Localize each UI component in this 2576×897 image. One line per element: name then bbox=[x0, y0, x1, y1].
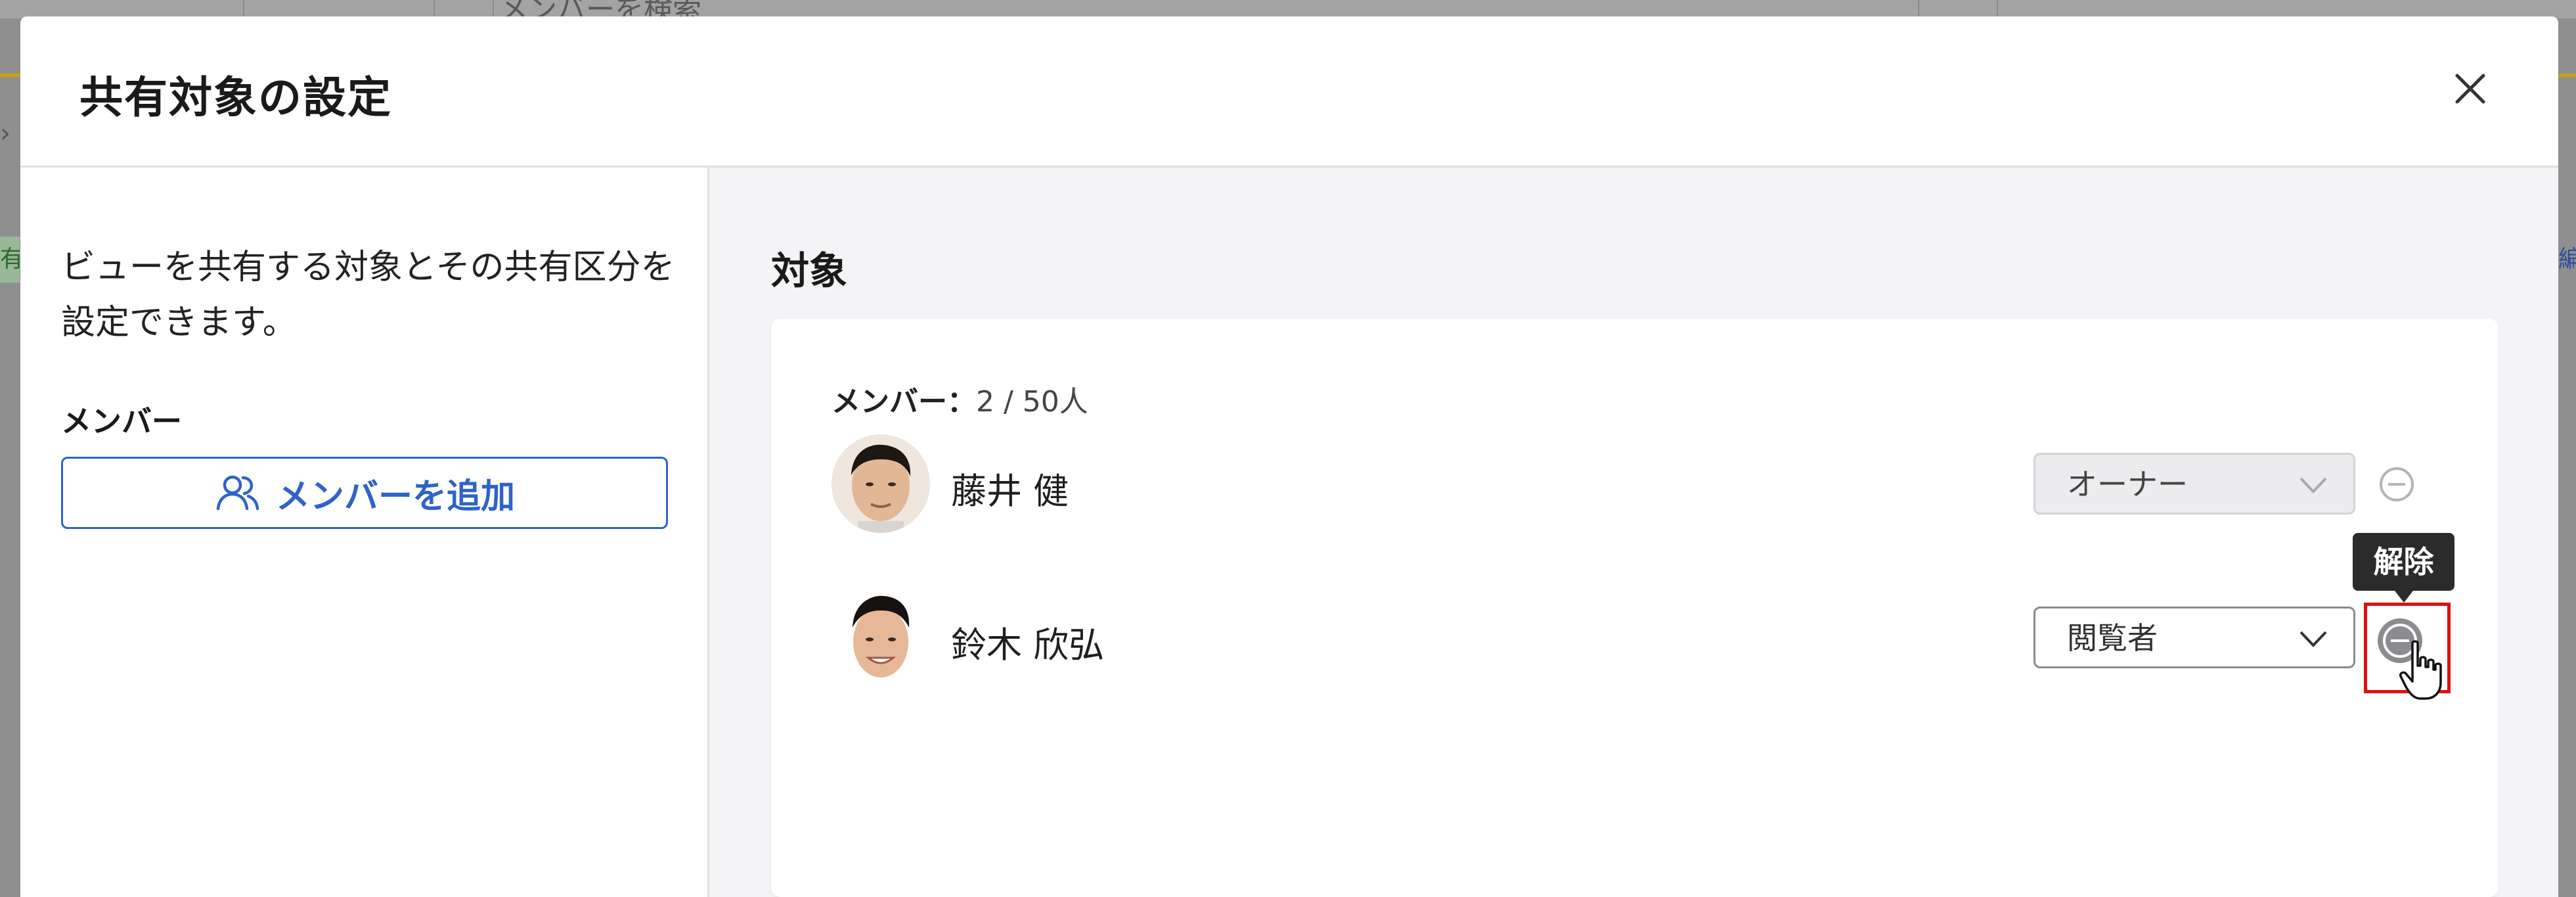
share-settings-dialog: 共有対象の設定 ビューを共有する対象とその共有区分を設定できます。 メンバー メ… bbox=[20, 16, 2558, 897]
add-member-label: メンバーを追加 bbox=[275, 476, 515, 517]
member-row: 鈴木 欣弘 閲覧者 解除 bbox=[832, 533, 2454, 700]
remove-circle-icon bbox=[2378, 618, 2422, 663]
background-divider bbox=[1918, 0, 1919, 18]
role-select-value: 閲覧者 bbox=[2067, 620, 2158, 656]
target-section-title: 対象 bbox=[771, 248, 848, 293]
background-chevron-right-icon: › bbox=[0, 118, 11, 149]
background-badge-fragment: 有 bbox=[0, 237, 20, 283]
members-card: メンバー：2 / 50人 藤井 健 オーナー 鈴木 欣弘 閲覧者 解除 bbox=[771, 319, 2498, 897]
avatar bbox=[832, 434, 930, 533]
member-count-value: 2 / 50人 bbox=[976, 385, 1088, 419]
dialog-header: 共有対象の設定 bbox=[20, 16, 2558, 168]
remove-circle-icon bbox=[2380, 467, 2414, 501]
background-divider bbox=[1997, 0, 1998, 18]
remove-member-button bbox=[2378, 466, 2415, 503]
background-toolbar bbox=[0, 0, 2576, 18]
description-text: ビューを共有する対象とその共有区分を設定できます。 bbox=[61, 248, 675, 342]
dialog-title: 共有対象の設定 bbox=[79, 72, 392, 123]
close-button[interactable] bbox=[2444, 62, 2497, 115]
role-select: オーナー bbox=[2033, 453, 2355, 515]
remove-member-button[interactable] bbox=[2374, 614, 2426, 667]
background-link-fragment: 編 bbox=[2558, 246, 2576, 273]
chevron-down-icon bbox=[2299, 477, 2327, 494]
add-member-button[interactable]: メンバーを追加 bbox=[61, 457, 668, 529]
member-count: メンバー：2 / 50人 bbox=[832, 378, 1088, 420]
users-icon bbox=[216, 475, 259, 511]
avatar bbox=[832, 588, 930, 687]
background-accent-line bbox=[0, 74, 22, 77]
remove-tooltip: 解除 bbox=[2353, 533, 2454, 603]
member-row: 藤井 健 オーナー bbox=[832, 434, 2441, 540]
member-name: 藤井 健 bbox=[951, 471, 1069, 512]
background-divider bbox=[243, 0, 244, 18]
chevron-down-icon bbox=[2299, 631, 2327, 647]
left-pane: ビューを共有する対象とその共有区分を設定できます。 メンバー メンバーを追加 bbox=[20, 168, 709, 897]
member-count-label: メンバー： bbox=[832, 385, 976, 419]
close-icon bbox=[2455, 74, 2485, 104]
member-section-heading: メンバー bbox=[61, 403, 182, 439]
background-divider bbox=[493, 0, 494, 18]
member-name: 鈴木 欣弘 bbox=[951, 624, 1105, 666]
role-select-value: オーナー bbox=[2067, 467, 2188, 502]
background-accent-line bbox=[2559, 74, 2576, 77]
role-select[interactable]: 閲覧者 bbox=[2033, 607, 2355, 668]
background-divider bbox=[433, 0, 435, 18]
right-pane: 対象 メンバー：2 / 50人 藤井 健 オーナー 鈴木 欣弘 閲覧者 解除 bbox=[709, 168, 2558, 897]
